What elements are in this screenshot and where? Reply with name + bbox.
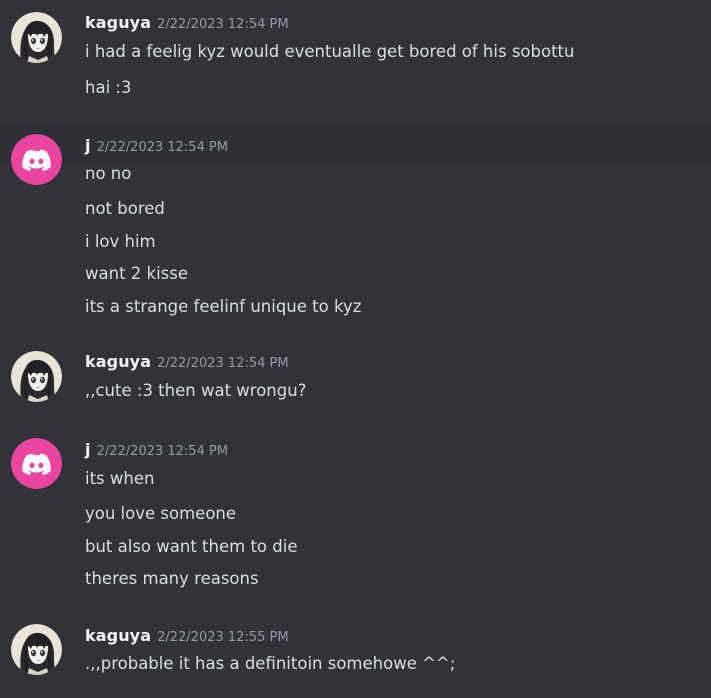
username[interactable]: j [85, 136, 91, 155]
username[interactable]: kaguya [85, 352, 151, 371]
username[interactable]: kaguya [85, 626, 151, 645]
message-text: its a strange feelinf unique to kyz [85, 297, 362, 316]
message-text: its when [85, 469, 155, 488]
timestamp: 2/22/2023 12:55 PM [157, 630, 289, 645]
timestamp: 2/22/2023 12:54 PM [157, 17, 289, 32]
message-text: i had a feelig kyz would eventualle get … [85, 42, 575, 61]
user-avatar[interactable] [11, 624, 62, 675]
message-text: i lov him [85, 232, 156, 251]
message-group: kaguya 2/22/2023 12:54 PM ,,cute :3 then … [0, 340, 711, 430]
message-text: not bored [85, 199, 165, 218]
user-avatar[interactable] [11, 134, 62, 185]
message-text: you love someone [85, 504, 237, 523]
message-group: kaguya 2/22/2023 12:55 PM .,,probable it … [0, 614, 711, 698]
message-text: .,,probable it has a definitoin somehowe… [85, 654, 456, 673]
message-text: no no [85, 164, 132, 183]
anime-girl-avatar-icon [11, 351, 62, 402]
user-avatar[interactable] [11, 351, 62, 402]
user-avatar[interactable] [11, 438, 62, 489]
message-text: hai :3 [85, 78, 132, 97]
message-header: kaguya 2/22/2023 12:55 PM [85, 626, 289, 645]
message-header: j 2/22/2023 12:54 PM [85, 136, 228, 155]
discord-default-avatar-icon [11, 438, 62, 489]
message-header: kaguya 2/22/2023 12:54 PM [85, 13, 289, 32]
anime-girl-avatar-icon [11, 624, 62, 675]
username[interactable]: kaguya [85, 13, 151, 32]
timestamp: 2/22/2023 12:54 PM [157, 356, 289, 371]
timestamp: 2/22/2023 12:54 PM [96, 140, 229, 155]
anime-girl-avatar-icon [11, 12, 62, 63]
discord-default-avatar-icon [11, 134, 62, 185]
message-text: but also want them to die [85, 537, 298, 556]
message-text: theres many reasons [85, 569, 259, 588]
message-text: ,,cute :3 then wat wrongu? [85, 381, 307, 400]
message-header: j 2/22/2023 12:54 PM [85, 440, 228, 459]
user-avatar[interactable] [11, 12, 62, 63]
username[interactable]: j [85, 440, 91, 459]
message-group: j 2/22/2023 12:54 PM its when you love so… [0, 430, 711, 610]
timestamp: 2/22/2023 12:54 PM [96, 444, 229, 459]
message-group: j 2/22/2023 12:54 PM no no not bored i lo… [0, 124, 711, 334]
message-group: kaguya 2/22/2023 12:54 PM i had a feelig … [0, 0, 711, 124]
message-header: kaguya 2/22/2023 12:54 PM [85, 352, 289, 371]
message-text: want 2 kisse [85, 264, 189, 283]
